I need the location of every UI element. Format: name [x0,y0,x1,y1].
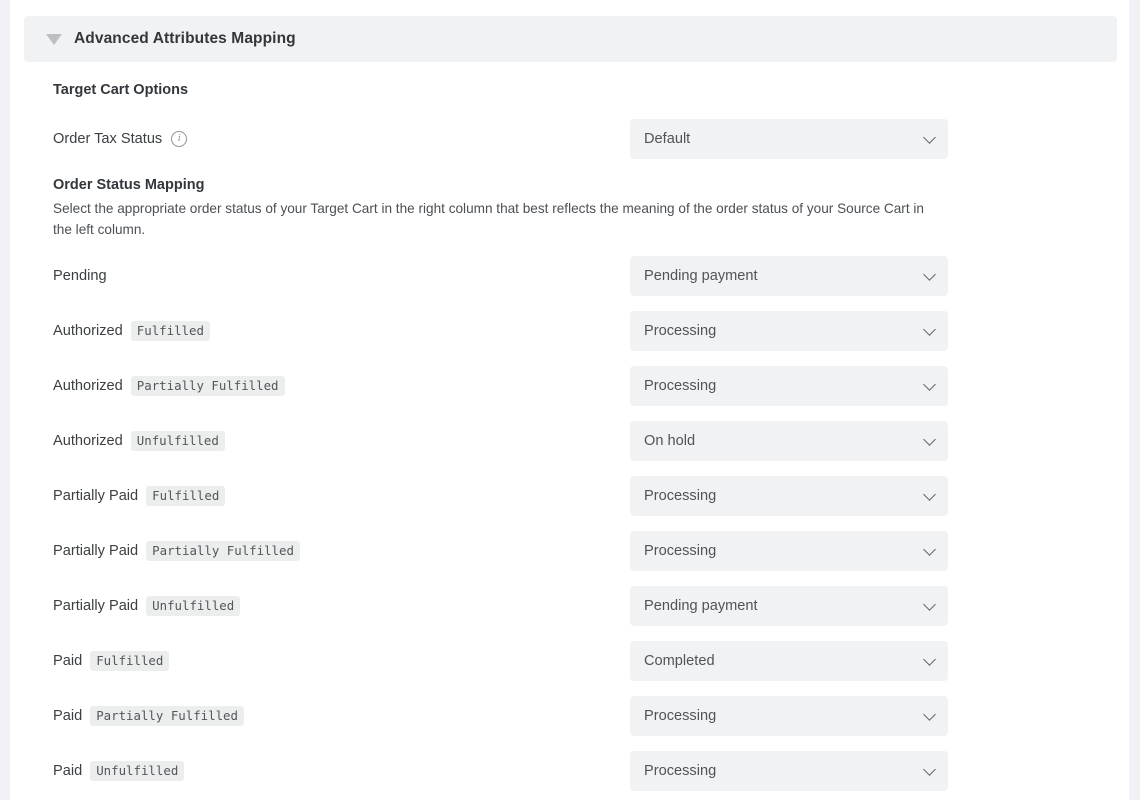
target-status-select-wrap: Processing [630,751,948,791]
target-status-select-value: Processing [644,543,717,559]
source-status-label: Authorized Fulfilled [53,311,210,351]
order-status-mapping-row: Partially Paid Fulfilled Processing [10,476,1129,516]
source-status-label: Pending [53,256,107,296]
fulfillment-status-badge: Fulfilled [90,651,170,671]
chevron-down-icon [923,598,936,611]
source-status-label: Paid Partially Fulfilled [53,696,244,736]
target-status-select-value: Processing [644,323,717,339]
target-status-select-wrap: Processing [630,311,948,351]
fulfillment-status-badge: Partially Fulfilled [90,706,244,726]
order-tax-status-select-value: Default [644,131,691,147]
target-status-select[interactable]: Processing [630,531,948,571]
chevron-down-icon [923,433,936,446]
source-status-text: Paid [53,708,83,724]
order-tax-status-row: Order Tax Status i Default [10,119,1129,159]
order-status-mapping-row: Authorized Unfulfilled On hold [10,421,1129,461]
info-circle-icon[interactable]: i [171,131,188,147]
order-status-mapping-description: Select the appropriate order status of y… [53,201,924,237]
order-status-mapping-title: Order Status Mapping [53,177,205,193]
chevron-down-icon [923,708,936,721]
order-status-mapping-row: Partially Paid Unfulfilled Pending payment [10,586,1129,626]
source-status-label: Partially Paid Unfulfilled [53,586,241,626]
target-status-select-wrap: Processing [630,366,948,406]
source-status-text: Paid [53,763,83,779]
target-status-select-wrap: Processing [630,476,948,516]
settings-card: Advanced Attributes Mapping Target Cart … [10,0,1129,800]
target-status-select-wrap: Processing [630,531,948,571]
order-status-mapping-row: Partially Paid Partially Fulfilled Process… [10,531,1129,571]
target-status-select[interactable]: Processing [630,366,948,406]
target-status-select-value: Pending payment [644,268,758,284]
source-status-label: Paid Fulfilled [53,641,170,681]
source-status-label: Authorized Unfulfilled [53,421,225,461]
source-status-text: Partially Paid [53,488,139,504]
source-status-text: Partially Paid [53,543,139,559]
target-status-select[interactable]: Processing [630,311,948,351]
target-status-select-value: Completed [644,653,715,669]
target-status-select-wrap: Pending payment [630,586,948,626]
source-status-label: Paid Unfulfilled [53,751,185,791]
page-canvas: Advanced Attributes Mapping Target Cart … [0,0,1140,800]
advanced-attributes-mapping-header[interactable]: Advanced Attributes Mapping [24,16,1117,62]
source-status-label: Partially Paid Fulfilled [53,476,226,516]
fulfillment-status-badge: Partially Fulfilled [130,376,285,396]
target-status-select[interactable]: Processing [630,696,948,736]
target-status-select-wrap: Pending payment [630,256,948,296]
order-status-mapping-row: Authorized Fulfilled Processing [10,311,1129,351]
target-status-select[interactable]: Pending payment [630,586,948,626]
target-status-select-wrap: Completed [630,641,948,681]
order-tax-status-label: Order Tax Status i [53,119,188,159]
target-status-select-value: Processing [644,488,717,504]
order-tax-status-label-text: Order Tax Status [53,131,163,147]
source-status-text: Authorized [53,323,123,339]
order-status-mapping-row: Paid Partially Fulfilled Processing [10,696,1129,736]
target-status-select-value: Pending payment [644,598,758,614]
chevron-down-icon [923,653,936,666]
source-status-text: Authorized [53,433,123,449]
target-status-select[interactable]: Processing [630,751,948,791]
chevron-down-icon [923,543,936,556]
target-status-select-value: Processing [644,708,717,724]
order-status-mapping-row: Paid Unfulfilled Processing [10,751,1129,791]
target-status-select-value: Processing [644,763,717,779]
chevron-down-icon [923,378,936,391]
target-status-select[interactable]: Pending payment [630,256,948,296]
triangle-down-icon[interactable] [46,33,62,45]
fulfillment-status-badge: Fulfilled [146,486,226,506]
order-tax-status-select[interactable]: Default [630,119,948,159]
source-status-text: Pending [53,268,107,284]
target-status-select-wrap: On hold [630,421,948,461]
chevron-down-icon [923,131,936,144]
target-status-select[interactable]: On hold [630,421,948,461]
section-title: Advanced Attributes Mapping [74,30,296,47]
source-status-label: Partially Paid Partially Fulfilled [53,531,300,571]
source-status-label: Authorized Partially Fulfilled [53,366,285,406]
chevron-down-icon [923,763,936,776]
target-cart-options-title: Target Cart Options [53,82,189,98]
fulfillment-status-badge: Unfulfilled [90,761,185,781]
chevron-down-icon [923,488,936,501]
target-status-select[interactable]: Completed [630,641,948,681]
fulfillment-status-badge: Unfulfilled [130,431,225,451]
order-status-mapping-row: Authorized Partially Fulfilled Processing [10,366,1129,406]
target-status-select[interactable]: Processing [630,476,948,516]
source-status-text: Authorized [53,378,123,394]
chevron-down-icon [923,323,936,336]
order-status-mapping-row: Paid Fulfilled Completed [10,641,1129,681]
target-status-select-value: Processing [644,378,717,394]
fulfillment-status-badge: Unfulfilled [146,596,241,616]
target-status-select-value: On hold [644,433,696,449]
fulfillment-status-badge: Fulfilled [130,321,210,341]
order-tax-status-select-wrap: Default [630,119,948,159]
fulfillment-status-badge: Partially Fulfilled [146,541,300,561]
chevron-down-icon [923,268,936,281]
source-status-text: Partially Paid [53,598,139,614]
target-status-select-wrap: Processing [630,696,948,736]
order-status-mapping-row: Pending Pending payment [10,256,1129,296]
source-status-text: Paid [53,653,83,669]
